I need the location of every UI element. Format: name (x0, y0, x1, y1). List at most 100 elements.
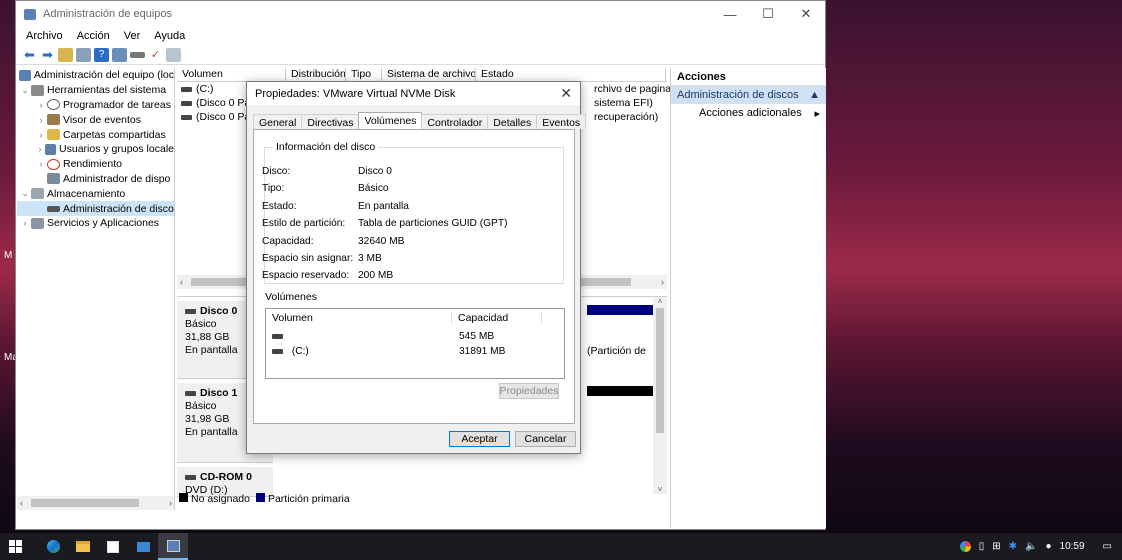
tab-controlador[interactable]: Controlador (421, 114, 489, 129)
tree-item-shared-folders[interactable]: › Carpetas compartidas (17, 127, 174, 142)
network-icon[interactable]: ⊞ (992, 541, 1000, 552)
column-header-sistema-archivos[interactable]: Sistema de archivos (382, 68, 476, 81)
field-value: Disco 0 (358, 166, 392, 177)
tree-item-storage[interactable]: ⌄ Almacenamiento (17, 186, 174, 201)
column-header-distribucion[interactable]: Distribución (286, 68, 346, 81)
close-button[interactable]: ✕ (787, 1, 825, 27)
tree-item-computer-management[interactable]: Administración del equipo (loc (17, 68, 174, 83)
column-header-volumen[interactable]: Volumen (177, 68, 286, 81)
drive-icon (181, 114, 192, 120)
clock[interactable]: 10:59 (1060, 541, 1085, 552)
window-title: Administración de equipos (43, 8, 173, 20)
chevron-right-icon[interactable]: › (35, 100, 47, 110)
chevron-right-icon[interactable]: › (35, 115, 47, 125)
chrome-tray-icon[interactable] (959, 541, 971, 552)
computer-management-taskbar-button[interactable] (158, 533, 188, 560)
volume-capacity: 31891 MB (459, 346, 506, 357)
tab-general[interactable]: General (253, 114, 303, 129)
bluetooth-icon[interactable]: ✱ (1009, 541, 1017, 552)
taskbar-spacer (30, 533, 38, 560)
column-header-estado[interactable]: Estado (476, 68, 666, 81)
properties-view-icon[interactable] (112, 47, 127, 62)
column-header-tipo[interactable]: Tipo (346, 68, 382, 81)
field-value: Tabla de particiones GUID (GPT) (358, 218, 508, 229)
chevron-right-icon[interactable]: › (35, 130, 47, 140)
usb-icon[interactable]: ▯ (979, 541, 985, 552)
taskbar: ▯ ⊞ ✱ 🔈 ● 10:59 ▭ (0, 533, 1122, 560)
scroll-down-icon[interactable]: ˅ (653, 485, 667, 494)
notifications-icon[interactable]: ▭ (1103, 541, 1112, 552)
chevron-right-icon[interactable]: › (35, 159, 47, 169)
legend: No asignado Partición primaria (179, 493, 350, 505)
tree-item-event-viewer[interactable]: › Visor de eventos (17, 112, 174, 127)
tab-volumenes[interactable]: Volúmenes (358, 112, 423, 129)
scroll-up-icon[interactable]: ˄ (653, 297, 667, 306)
disk-icon[interactable] (130, 51, 145, 58)
volume-row[interactable] (272, 331, 287, 342)
tree-item-device-manager[interactable]: Administrador de dispo (17, 172, 174, 187)
volume-icon[interactable]: 🔈 (1025, 541, 1037, 552)
tree-item-disk-management[interactable]: Administración de disco (17, 201, 174, 216)
dialog-title-bar: Propiedades: VMware Virtual NVMe Disk ✕ (247, 82, 580, 105)
actions-section-disk-management[interactable]: Administración de discos ▲ (671, 86, 826, 104)
chevron-down-icon[interactable]: ⌄ (19, 85, 31, 96)
ok-button[interactable]: Aceptar (449, 431, 510, 447)
tab-directivas[interactable]: Directivas (301, 114, 360, 129)
more-actions[interactable]: Acciones adicionales ▸ (671, 104, 826, 122)
partition-label[interactable]: (Partición de (587, 345, 646, 357)
volume-row[interactable]: (C:) (272, 346, 309, 357)
edge-icon[interactable] (38, 533, 68, 560)
chevron-down-icon[interactable]: ⌄ (19, 188, 31, 199)
tree-label: Servicios y Aplicaciones (47, 217, 160, 230)
users-icon (45, 143, 57, 155)
maximize-button[interactable]: ☐ (749, 1, 787, 27)
field-value: En pantalla (358, 201, 409, 212)
desktop-label: M (4, 250, 13, 261)
chevron-right-icon[interactable]: › (35, 144, 45, 154)
store-icon[interactable] (98, 533, 128, 560)
chevron-right-icon[interactable]: › (19, 218, 31, 228)
scroll-thumb[interactable] (31, 499, 139, 507)
performance-icon (47, 158, 60, 170)
column-header-volumen[interactable]: Volumen (266, 312, 452, 324)
tree-item-performance[interactable]: › Rendimiento (17, 157, 174, 172)
minimize-button[interactable]: — (711, 1, 749, 27)
scroll-right-icon[interactable]: › (661, 277, 664, 287)
tree-item-local-users[interactable]: › Usuarios y grupos locale (17, 142, 174, 157)
cancel-button[interactable]: Cancelar (515, 431, 576, 447)
show-hide-tree-icon[interactable] (76, 47, 91, 62)
tree-horizontal-scrollbar[interactable]: ‹ › (17, 496, 174, 510)
scroll-right-icon[interactable]: › (169, 498, 172, 508)
checklist-icon[interactable]: ✓ (148, 48, 163, 62)
tree-item-system-tools[interactable]: ⌄ Herramientas del sistema (17, 83, 174, 98)
mail-icon[interactable] (128, 533, 158, 560)
collapse-up-icon[interactable]: ▲ (809, 89, 820, 101)
scroll-left-icon[interactable]: ‹ (20, 498, 23, 508)
menu-ayuda[interactable]: Ayuda (154, 30, 185, 42)
tree-item-services-apps[interactable]: › Servicios y Aplicaciones (17, 216, 174, 231)
menu-ver[interactable]: Ver (124, 30, 141, 42)
tab-detalles[interactable]: Detalles (487, 114, 538, 129)
menu-archivo[interactable]: Archivo (26, 30, 63, 42)
file-explorer-icon[interactable] (68, 533, 98, 560)
tree-label: Programador de tareas (63, 98, 171, 111)
shield-icon[interactable]: ● (1045, 541, 1051, 552)
help-icon[interactable]: ? (94, 47, 109, 62)
drive-icon (272, 349, 283, 354)
list-view-icon[interactable] (166, 47, 181, 62)
tree-item-task-scheduler[interactable]: › Programador de tareas (17, 98, 174, 113)
dialog-close-button[interactable]: ✕ (560, 85, 572, 102)
tools-icon (31, 84, 44, 96)
tab-eventos[interactable]: Eventos (536, 114, 587, 129)
start-button[interactable] (0, 533, 30, 560)
scroll-thumb[interactable] (656, 308, 664, 433)
up-folder-icon[interactable] (58, 47, 73, 62)
column-header-capacidad[interactable]: Capacidad (452, 312, 542, 324)
forward-arrow-icon[interactable]: ➡ (40, 47, 55, 62)
back-arrow-icon[interactable]: ⬅ (22, 47, 37, 62)
disk-map-vertical-scrollbar[interactable]: ˄ ˅ (653, 297, 667, 494)
properties-button[interactable]: Propiedades (499, 383, 559, 399)
menu-accion[interactable]: Acción (77, 30, 110, 42)
envelope-icon (136, 541, 150, 552)
scroll-left-icon[interactable]: ‹ (180, 277, 183, 287)
